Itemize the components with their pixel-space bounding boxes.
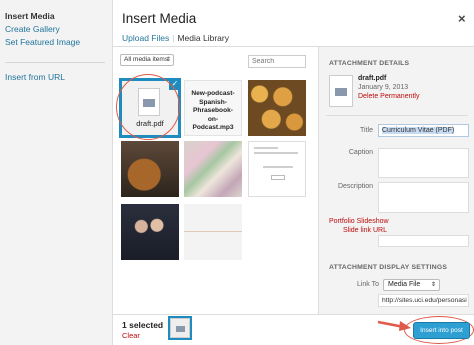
- insert-into-post-button[interactable]: Insert into post: [413, 322, 470, 339]
- attachment-podcast-mp3[interactable]: New-podcast- Spanish- Phrasebook- on- Po…: [184, 80, 242, 136]
- selection-count: 1 selected: [122, 320, 164, 330]
- modal-title: Insert Media: [122, 11, 197, 26]
- title-label: Title: [360, 127, 373, 134]
- tab-upload-files[interactable]: Upload Files: [122, 33, 169, 43]
- attachment-filename: New-podcast- Spanish- Phrasebook- on- Po…: [191, 90, 235, 131]
- attachment-image-thumbnail[interactable]: [248, 80, 306, 136]
- attachment-image-thumbnail[interactable]: [121, 141, 179, 197]
- description-field[interactable]: [378, 182, 469, 213]
- search-input[interactable]: [248, 55, 306, 68]
- link-to-value: Media File: [388, 281, 421, 288]
- attachment-image-thumbnail[interactable]: [184, 204, 242, 260]
- description-label: Description: [337, 183, 373, 190]
- media-filter-select[interactable]: All media items ⇕: [120, 54, 174, 66]
- attachment-date: January 9, 2013: [358, 84, 409, 91]
- attachment-image-thumbnail[interactable]: [248, 141, 306, 197]
- attachment-image-thumbnail[interactable]: [184, 141, 242, 197]
- delete-permanently-link[interactable]: Delete Permanently: [358, 93, 419, 100]
- slide-link-url-field[interactable]: [378, 235, 469, 247]
- title-value: Curriculum Vitae (PDF): [382, 127, 455, 134]
- media-modal-menu: Insert Media Create Gallery Set Featured…: [0, 0, 113, 345]
- insert-media-modal: Insert Media Create Gallery Set Featured…: [0, 0, 474, 345]
- menu-separator: [5, 62, 105, 63]
- link-to-label: Link To: [356, 281, 379, 288]
- tab-media-library[interactable]: Media Library: [177, 33, 229, 43]
- link-to-select[interactable]: Media File ⇕: [383, 279, 440, 291]
- select-arrows-icon: ⇕: [165, 57, 171, 63]
- menu-item-insert-from-url[interactable]: Insert from URL: [5, 72, 65, 82]
- caption-label: Caption: [348, 149, 373, 156]
- attachment-filename: draft.pdf: [358, 75, 387, 82]
- selection-thumbnail[interactable]: [168, 316, 192, 340]
- media-filter-value: All media items: [124, 56, 169, 63]
- document-icon: [329, 75, 353, 107]
- annotation-circle: [116, 74, 180, 140]
- close-icon[interactable]: ×: [458, 11, 466, 26]
- attachment-details-heading: ATTACHMENT DETAILS: [329, 60, 410, 67]
- attachment-image-thumbnail[interactable]: [121, 204, 179, 260]
- caption-field[interactable]: [378, 148, 469, 178]
- router-tabs: Upload Files | Media Library: [122, 33, 229, 43]
- menu-item-set-featured-image[interactable]: Set Featured Image: [5, 37, 80, 47]
- title-field[interactable]: Curriculum Vitae (PDF): [378, 124, 469, 137]
- tab-divider: |: [172, 33, 175, 43]
- menu-item-create-gallery[interactable]: Create Gallery: [5, 24, 60, 34]
- link-url-field[interactable]: http://sites.uci.edu/personasi: [378, 294, 469, 307]
- display-settings-heading: ATTACHMENT DISPLAY SETTINGS: [329, 264, 448, 271]
- clear-selection-link[interactable]: Clear: [122, 331, 140, 340]
- details-divider: [326, 115, 468, 116]
- menu-item-insert-media[interactable]: Insert Media: [5, 11, 55, 21]
- portfolio-slideshow-label: Portfolio Slideshow Slide link URL: [329, 218, 389, 234]
- select-arrows-icon: ⇕: [430, 282, 436, 288]
